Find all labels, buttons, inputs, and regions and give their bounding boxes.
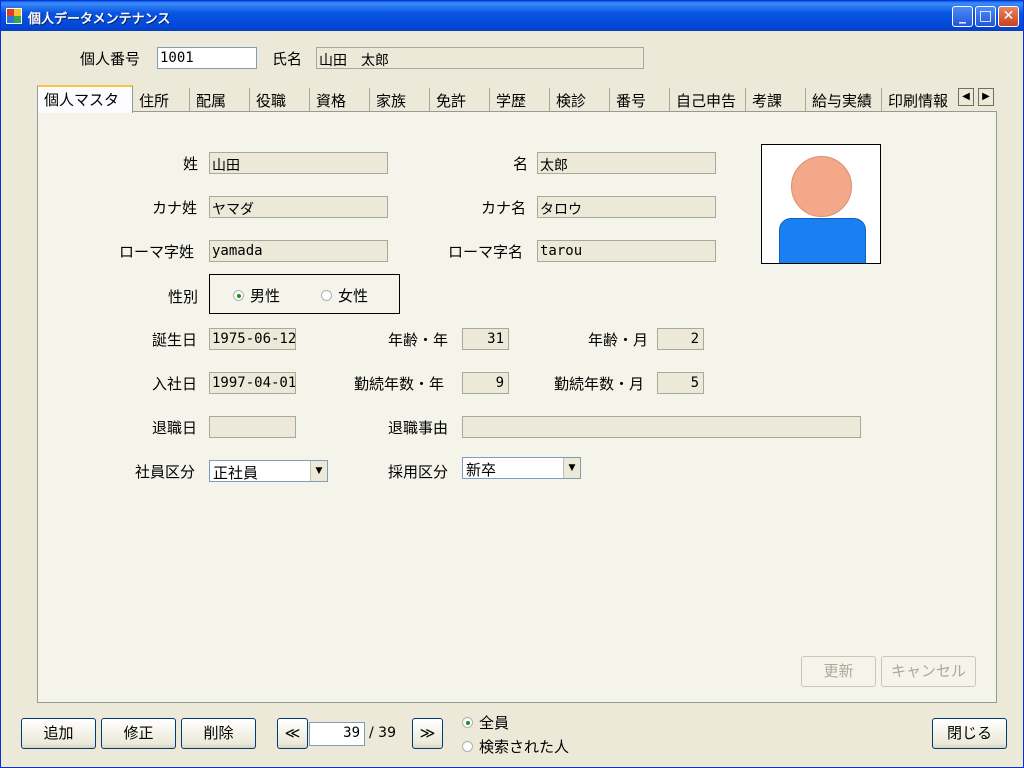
gender-male-radio[interactable]: 男性 [233, 285, 280, 306]
update-button[interactable]: 更新 [801, 656, 876, 687]
tenure-month-input: 5 [657, 372, 704, 394]
window-title: 個人データメンテナンス [28, 12, 171, 27]
close-window-button[interactable]: ✕ [998, 6, 1019, 27]
mei-label: 名 [513, 155, 529, 173]
maximize-button[interactable]: □ [975, 6, 996, 27]
emp-type-value: 正社員 [213, 464, 259, 482]
close-button[interactable]: 閉じる [932, 718, 1007, 749]
tab-number[interactable]: 番号 [610, 88, 670, 112]
tenure-year-label: 勤続年数・年 [354, 375, 445, 393]
age-month-input: 2 [657, 328, 704, 350]
delete-button[interactable]: 削除 [181, 718, 256, 749]
next-record-button[interactable]: ≫ [412, 718, 443, 749]
radio-checked-icon [233, 290, 244, 301]
prev-record-button[interactable]: ≪ [277, 718, 308, 749]
id-label: 個人番号 [80, 50, 141, 68]
tenure-month-label: 勤続年数・月 [554, 375, 645, 393]
title-bar[interactable]: 個人データメンテナンス _ □ ✕ [1, 1, 1023, 31]
avatar-head-icon [791, 156, 852, 217]
kana-mei-label: カナ名 [481, 199, 527, 217]
name-display: 山田 太郎 [316, 47, 644, 69]
app-icon [6, 8, 22, 24]
id-input[interactable]: 1001 [157, 47, 257, 69]
name-label: 氏名 [272, 50, 303, 68]
age-year-label: 年齢・年 [388, 331, 449, 349]
add-button[interactable]: 追加 [21, 718, 96, 749]
retire-reason-input[interactable] [462, 416, 861, 438]
retire-label: 退職日 [152, 419, 198, 437]
tab-scroll-right-icon[interactable]: ▶ [978, 88, 994, 106]
tab-family[interactable]: 家族 [370, 88, 430, 112]
record-number-input[interactable]: 39 [309, 722, 365, 746]
tab-assignment[interactable]: 配属 [190, 88, 250, 112]
radio-unchecked-icon [321, 290, 332, 301]
minimize-button[interactable]: _ [952, 6, 973, 27]
tab-license[interactable]: 免許 [430, 88, 490, 112]
chevron-down-icon[interactable]: ▼ [563, 458, 580, 478]
main-window: 個人データメンテナンス _ □ ✕ 個人番号 1001 氏名 山田 太郎 個人マ… [0, 0, 1024, 768]
kana-mei-input[interactable]: タロウ [537, 196, 716, 218]
photo-frame[interactable] [761, 144, 881, 264]
birth-label: 誕生日 [152, 331, 198, 349]
avatar-body-icon [779, 218, 866, 263]
tab-checkup[interactable]: 検診 [550, 88, 610, 112]
chevron-down-icon[interactable]: ▼ [310, 461, 327, 481]
radio-checked-icon [462, 717, 473, 728]
tab-salary[interactable]: 給与実績 [806, 88, 882, 112]
tenure-year-input: 9 [462, 372, 509, 394]
kana-sei-input[interactable]: ヤマダ [209, 196, 388, 218]
roma-mei-input[interactable]: tarou [537, 240, 716, 262]
tab-address[interactable]: 住所 [133, 88, 190, 112]
join-input[interactable]: 1997-04-01 [209, 372, 296, 394]
roma-sei-input[interactable]: yamada [209, 240, 388, 262]
age-year-input: 31 [462, 328, 509, 350]
tab-print-info[interactable]: 印刷情報 [882, 88, 956, 112]
birth-input[interactable]: 1975-06-12 [209, 328, 296, 350]
age-month-label: 年齢・月 [588, 331, 649, 349]
tab-personal-master[interactable]: 個人マスタ [37, 85, 133, 113]
kana-sei-label: カナ姓 [152, 199, 198, 217]
gender-label: 性別 [168, 288, 199, 306]
retire-reason-label: 退職事由 [388, 419, 449, 437]
tab-position[interactable]: 役職 [250, 88, 310, 112]
hire-type-label: 採用区分 [388, 463, 449, 481]
record-total: / 39 [369, 725, 396, 741]
join-label: 入社日 [152, 375, 198, 393]
filter-searched-label: 検索された人 [479, 738, 570, 756]
radio-unchecked-icon [462, 741, 473, 752]
filter-searched-radio[interactable]: 検索された人 [462, 736, 569, 757]
tab-scroll-left-icon[interactable]: ◀ [958, 88, 974, 106]
gender-female-radio[interactable]: 女性 [321, 285, 368, 306]
tab-education[interactable]: 学歴 [490, 88, 550, 112]
mei-input[interactable]: 太郎 [537, 152, 716, 174]
emp-type-label: 社員区分 [135, 463, 196, 481]
emp-type-select[interactable]: 正社員 ▼ [209, 460, 328, 482]
sei-label: 姓 [183, 155, 199, 173]
tab-strip: 個人マスタ 住所 配属 役職 資格 家族 免許 学歴 検診 番号 自己申告 考課… [37, 85, 997, 113]
gender-male-label: 男性 [250, 287, 281, 305]
filter-all-label: 全員 [479, 714, 510, 732]
tab-self-report[interactable]: 自己申告 [670, 88, 746, 112]
gender-female-label: 女性 [338, 287, 369, 305]
hire-type-value: 新卒 [466, 461, 497, 479]
hire-type-select[interactable]: 新卒 ▼ [462, 457, 581, 479]
sei-input[interactable]: 山田 [209, 152, 388, 174]
edit-button[interactable]: 修正 [101, 718, 176, 749]
tab-qualification[interactable]: 資格 [310, 88, 370, 112]
tab-evaluation[interactable]: 考課 [746, 88, 806, 112]
retire-input[interactable] [209, 416, 296, 438]
roma-sei-label: ローマ字姓 [119, 243, 195, 261]
roma-mei-label: ローマ字名 [448, 243, 524, 261]
filter-all-radio[interactable]: 全員 [462, 712, 509, 733]
cancel-button[interactable]: キャンセル [881, 656, 976, 687]
